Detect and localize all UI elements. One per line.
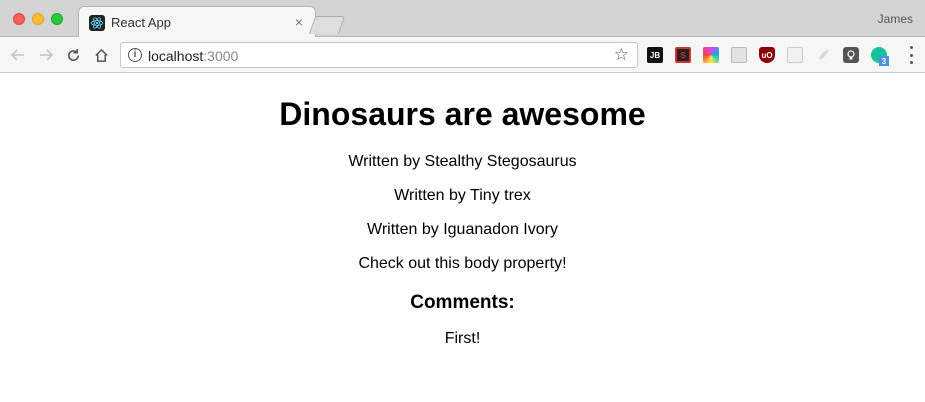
jb-extension-icon[interactable]: JB bbox=[647, 47, 663, 63]
comments-heading: Comments: bbox=[410, 292, 515, 313]
color-extension-icon[interactable] bbox=[703, 47, 719, 63]
grammarly-extension-icon[interactable]: 3 bbox=[871, 47, 889, 66]
back-arrow-icon[interactable] bbox=[8, 45, 28, 65]
browser-toolbar: i localhost:3000 ☆ JB S uO 3 bbox=[0, 37, 925, 73]
new-tab-button[interactable] bbox=[308, 16, 346, 34]
forward-arrow-icon[interactable] bbox=[36, 45, 56, 65]
window-maximize-button[interactable] bbox=[51, 13, 63, 25]
page-content: Dinosaurs are awesome Written by Stealth… bbox=[0, 74, 925, 402]
window-minimize-button[interactable] bbox=[32, 13, 44, 25]
browser-tab-active[interactable]: React App × bbox=[78, 6, 316, 38]
address-bar[interactable]: i localhost:3000 ☆ bbox=[120, 42, 638, 68]
tab-title: React App bbox=[111, 15, 171, 30]
address-bar-url[interactable]: localhost:3000 bbox=[148, 48, 238, 64]
reload-icon[interactable] bbox=[63, 45, 83, 65]
gray-extension-icon[interactable] bbox=[731, 47, 747, 63]
s-extension-icon[interactable]: S bbox=[675, 47, 691, 63]
author-line: Written by Iguanadon Ivory bbox=[367, 221, 558, 238]
home-icon[interactable] bbox=[91, 45, 111, 65]
extension-badge: 3 bbox=[879, 56, 889, 66]
body-text: Check out this body property! bbox=[358, 255, 567, 272]
react-icon bbox=[89, 15, 105, 31]
author-line: Written by Stealthy Stegosaurus bbox=[348, 153, 577, 170]
info-icon[interactable]: i bbox=[128, 48, 142, 62]
bulb-extension-icon[interactable] bbox=[843, 47, 859, 63]
outline-extension-icon[interactable] bbox=[787, 47, 803, 63]
ublock-extension-icon[interactable]: uO bbox=[759, 47, 775, 63]
profile-name[interactable]: James bbox=[878, 12, 913, 26]
browser-title-bar: React App × James bbox=[0, 0, 925, 38]
tab-close-icon[interactable]: × bbox=[295, 14, 303, 30]
author-line: Written by Tiny trex bbox=[394, 187, 531, 204]
browser-menu-icon[interactable] bbox=[909, 46, 913, 64]
url-port: :3000 bbox=[203, 48, 239, 64]
feather-extension-icon[interactable] bbox=[815, 47, 831, 63]
page-title: Dinosaurs are awesome bbox=[279, 96, 646, 132]
comment-item: First! bbox=[444, 330, 481, 347]
url-host: localhost bbox=[148, 48, 204, 64]
window-close-button[interactable] bbox=[13, 13, 25, 25]
bookmark-star-icon[interactable]: ☆ bbox=[614, 45, 629, 65]
